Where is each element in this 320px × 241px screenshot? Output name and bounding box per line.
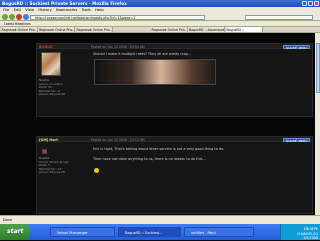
status-text: Done xyxy=(3,218,12,222)
menu-file[interactable]: File xyxy=(3,7,9,12)
menu-history[interactable]: History xyxy=(38,7,52,12)
reply-button[interactable]: REPLY xyxy=(296,137,310,143)
post-message-line2: Then have not done anything to us, there… xyxy=(93,157,206,161)
task-label: untitled - Paint xyxy=(191,231,216,235)
forward-icon[interactable] xyxy=(9,14,15,20)
address-bar[interactable]: http://ryzeservonline.net/bogusrd/posts.… xyxy=(30,14,205,20)
search-input[interactable] xyxy=(245,14,313,20)
post-author[interactable]: BOGUS xyxy=(39,45,52,49)
user-info: Newbie Group: Co Admin Posts: 94 Member … xyxy=(39,78,65,97)
scrollbar-thumb[interactable] xyxy=(315,43,320,93)
avatar xyxy=(41,52,61,76)
minimize-button[interactable] xyxy=(302,1,307,6)
window-title: BogusRD :: Suckiest Private Servers - Mo… xyxy=(2,1,127,6)
post-date: Posted on: Jun 10 2008 - 09:54 AM xyxy=(91,44,145,49)
page-content: BOGUS Posted on: Jun 10 2008 - 09:54 AM … xyxy=(0,33,320,215)
post-header: [GM] Hart Posted on: Jun 10 2008 - 10:12… xyxy=(37,137,312,143)
menu-bookmarks[interactable]: Bookmarks xyxy=(56,7,77,12)
task-label: BogusRD :: Suckiest... xyxy=(125,231,163,235)
start-button[interactable]: start xyxy=(0,224,30,240)
post-date: Posted on: Jun 10 2008 - 10:12 AM xyxy=(91,137,145,142)
task-yahoo-messenger[interactable]: Yahoo! Messenger xyxy=(50,227,115,237)
reply-button[interactable]: REPLY xyxy=(296,44,310,50)
avatar-icon xyxy=(42,149,47,154)
taskbar: start Yahoo! Messenger BogusRD :: Suckie… xyxy=(0,224,320,240)
post-author[interactable]: [GM] Hart xyxy=(39,138,58,142)
window-titlebar: BogusRD :: Suckiest Private Servers - Mo… xyxy=(0,0,320,7)
task-firefox[interactable]: BogusRD :: Suckiest... xyxy=(118,227,181,237)
vertical-scrollbar[interactable] xyxy=(315,33,320,215)
user-joined: Joined: 26-June-08 xyxy=(39,170,65,175)
forum-post: [GM] Hart Posted on: Jun 10 2008 - 10:12… xyxy=(36,136,313,214)
user-joined: Joined: 26-June-08 xyxy=(39,92,65,97)
post-image xyxy=(94,59,216,85)
user-info: Newbie Group: Technical Sup Posts: 2 Mem… xyxy=(39,156,68,175)
smiley-icon xyxy=(94,168,99,173)
menu-edit[interactable]: Edit xyxy=(14,7,21,12)
address-text: http://ryzeservonline.net/bogusrd/posts.… xyxy=(35,15,136,20)
status-bar: Done xyxy=(0,215,320,224)
close-button[interactable] xyxy=(314,1,319,6)
home-icon[interactable] xyxy=(23,14,29,20)
task-label: Yahoo! Messenger xyxy=(57,231,88,235)
post-header: BOGUS Posted on: Jun 10 2008 - 09:54 AM … xyxy=(37,44,312,50)
system-tray: ENHIEPE CHANGELOG 4/9/2008 xyxy=(280,224,320,240)
navigation-toolbar: http://ryzeservonline.net/bogusrd/posts.… xyxy=(0,13,320,21)
stop-icon[interactable] xyxy=(16,14,22,20)
maximize-button[interactable] xyxy=(308,1,313,6)
post-message-line1: Eric is right, That's talking about othe… xyxy=(93,147,225,151)
menu-view[interactable]: View xyxy=(25,7,34,12)
start-label: start xyxy=(7,228,24,235)
post-message: Should I make it multiple rates? They al… xyxy=(93,52,191,56)
back-icon[interactable] xyxy=(2,14,8,20)
forum-post: BOGUS Posted on: Jun 10 2008 - 09:54 AM … xyxy=(36,43,313,117)
menu-help[interactable]: Help xyxy=(95,7,104,12)
menu-tools[interactable]: Tools xyxy=(82,7,91,12)
task-paint[interactable]: untitled - Paint xyxy=(184,227,254,237)
window-controls xyxy=(302,1,319,6)
